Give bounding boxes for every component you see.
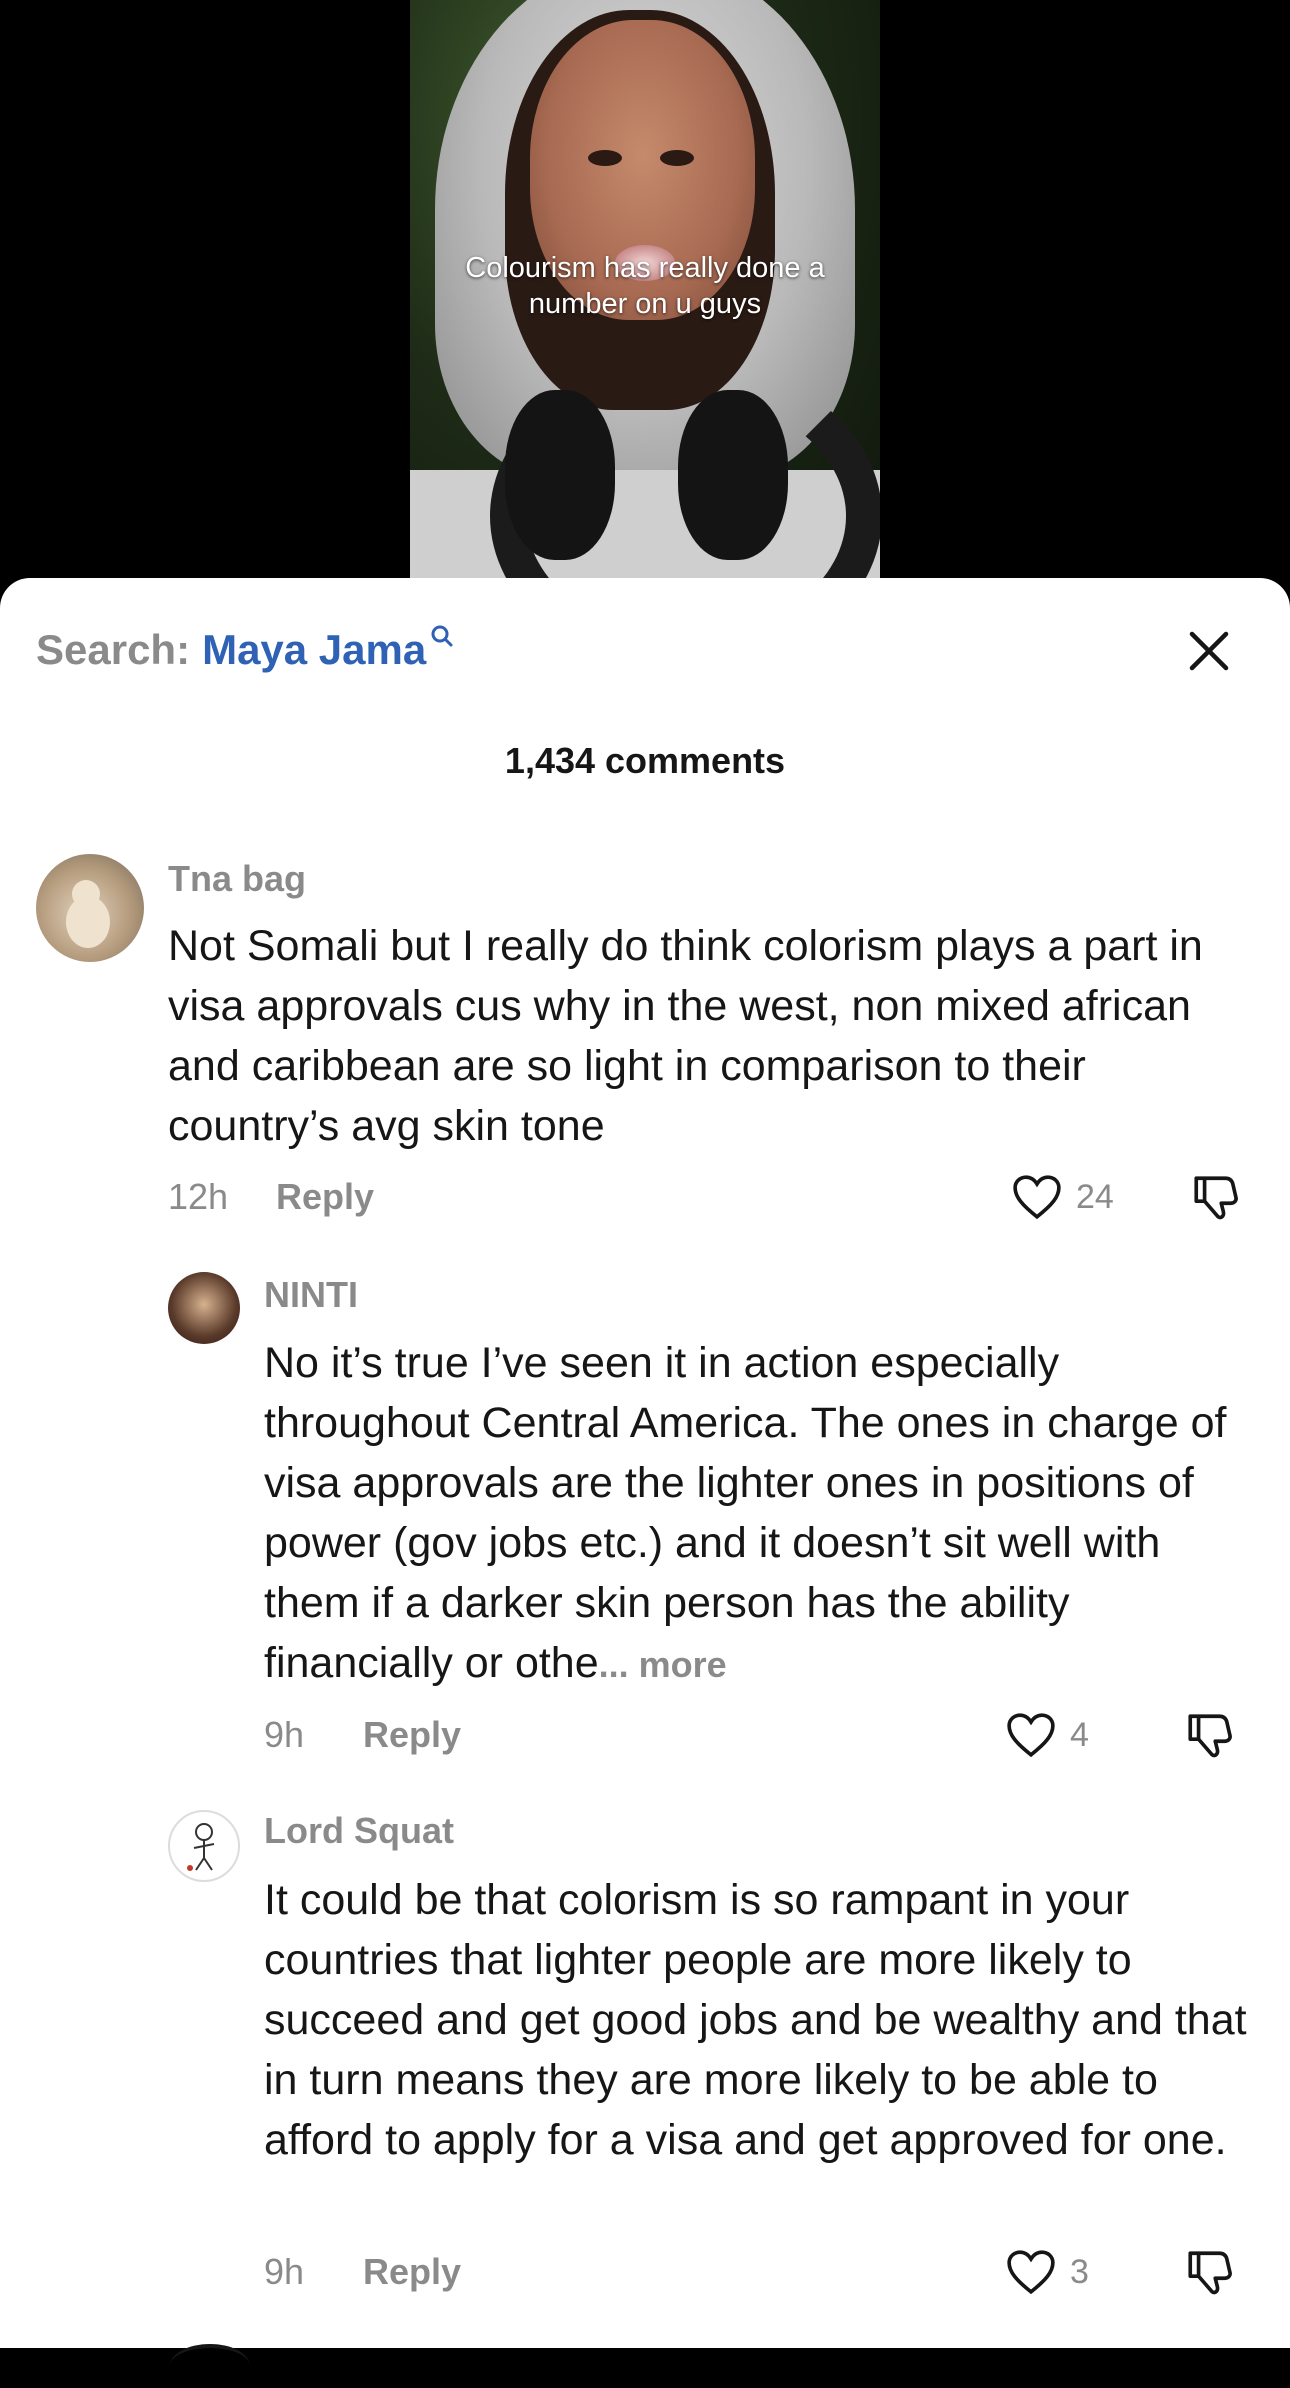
reply-button[interactable]: Reply (276, 1176, 374, 1218)
next-comment-avatar-edge (170, 2344, 250, 2388)
comment-time: 9h (264, 1714, 305, 1755)
heart-icon[interactable] (1006, 1712, 1056, 1758)
stick-figure-avatar-icon (187, 1823, 215, 1871)
comment-time: 9h (264, 2251, 305, 2292)
video-caption: Colourism has really done a number on u … (410, 250, 880, 322)
cat-avatar-icon (66, 880, 110, 948)
comment-text: It could be that colorism is so rampant … (264, 1876, 1247, 2164)
comment-text: No it’s true I’ve seen it in action espe… (264, 1333, 1254, 1695)
dislike-icon[interactable] (1184, 1710, 1234, 1760)
comments-count: 1,434 comments (504, 740, 786, 781)
headphone-left (505, 390, 615, 560)
heart-icon[interactable] (1012, 1174, 1062, 1220)
video-eye-left (588, 150, 622, 166)
avatar[interactable] (168, 1810, 240, 1882)
video-player[interactable]: Colourism has really done a number on u … (0, 0, 1290, 600)
comment-username[interactable]: Lord Squat (264, 1810, 454, 1852)
headphone-right (678, 390, 788, 560)
like-count: 24 (1076, 1178, 1114, 1216)
heart-icon[interactable] (1006, 2249, 1056, 2295)
avatar[interactable] (168, 1272, 240, 1344)
search-icon[interactable] (430, 624, 454, 648)
comment-username[interactable]: Tna bag (168, 858, 306, 900)
reply-button[interactable]: Reply (363, 2251, 461, 2293)
dislike-icon[interactable] (1190, 1172, 1240, 1222)
search-prefix: Search: (36, 626, 191, 673)
video-eye-right (660, 150, 694, 166)
like-count: 4 (1070, 1716, 1089, 1754)
close-icon[interactable] (1186, 628, 1232, 674)
comment-text-body: No it’s true I’ve seen it in action espe… (264, 1339, 1227, 1687)
comments-sheet: Search: Maya Jama 1,434 comments Tna bag… (0, 578, 1290, 2348)
search-suggestion[interactable]: Search: Maya Jama (36, 622, 454, 678)
caption-line-2: number on u guys (528, 288, 762, 320)
comment-time: 12h (168, 1176, 229, 1217)
dislike-icon[interactable] (1184, 2247, 1234, 2297)
avatar[interactable] (36, 854, 144, 962)
search-term-link[interactable]: Maya Jama (202, 626, 426, 674)
more-link[interactable]: ... more (599, 1644, 727, 1685)
caption-line-1: Colourism has really done a (465, 252, 825, 284)
reply-button[interactable]: Reply (363, 1714, 461, 1756)
comment-text: Not Somali but I really do think coloris… (168, 922, 1203, 1150)
comment-username[interactable]: NINTI (264, 1274, 358, 1316)
like-count: 3 (1070, 2253, 1089, 2291)
